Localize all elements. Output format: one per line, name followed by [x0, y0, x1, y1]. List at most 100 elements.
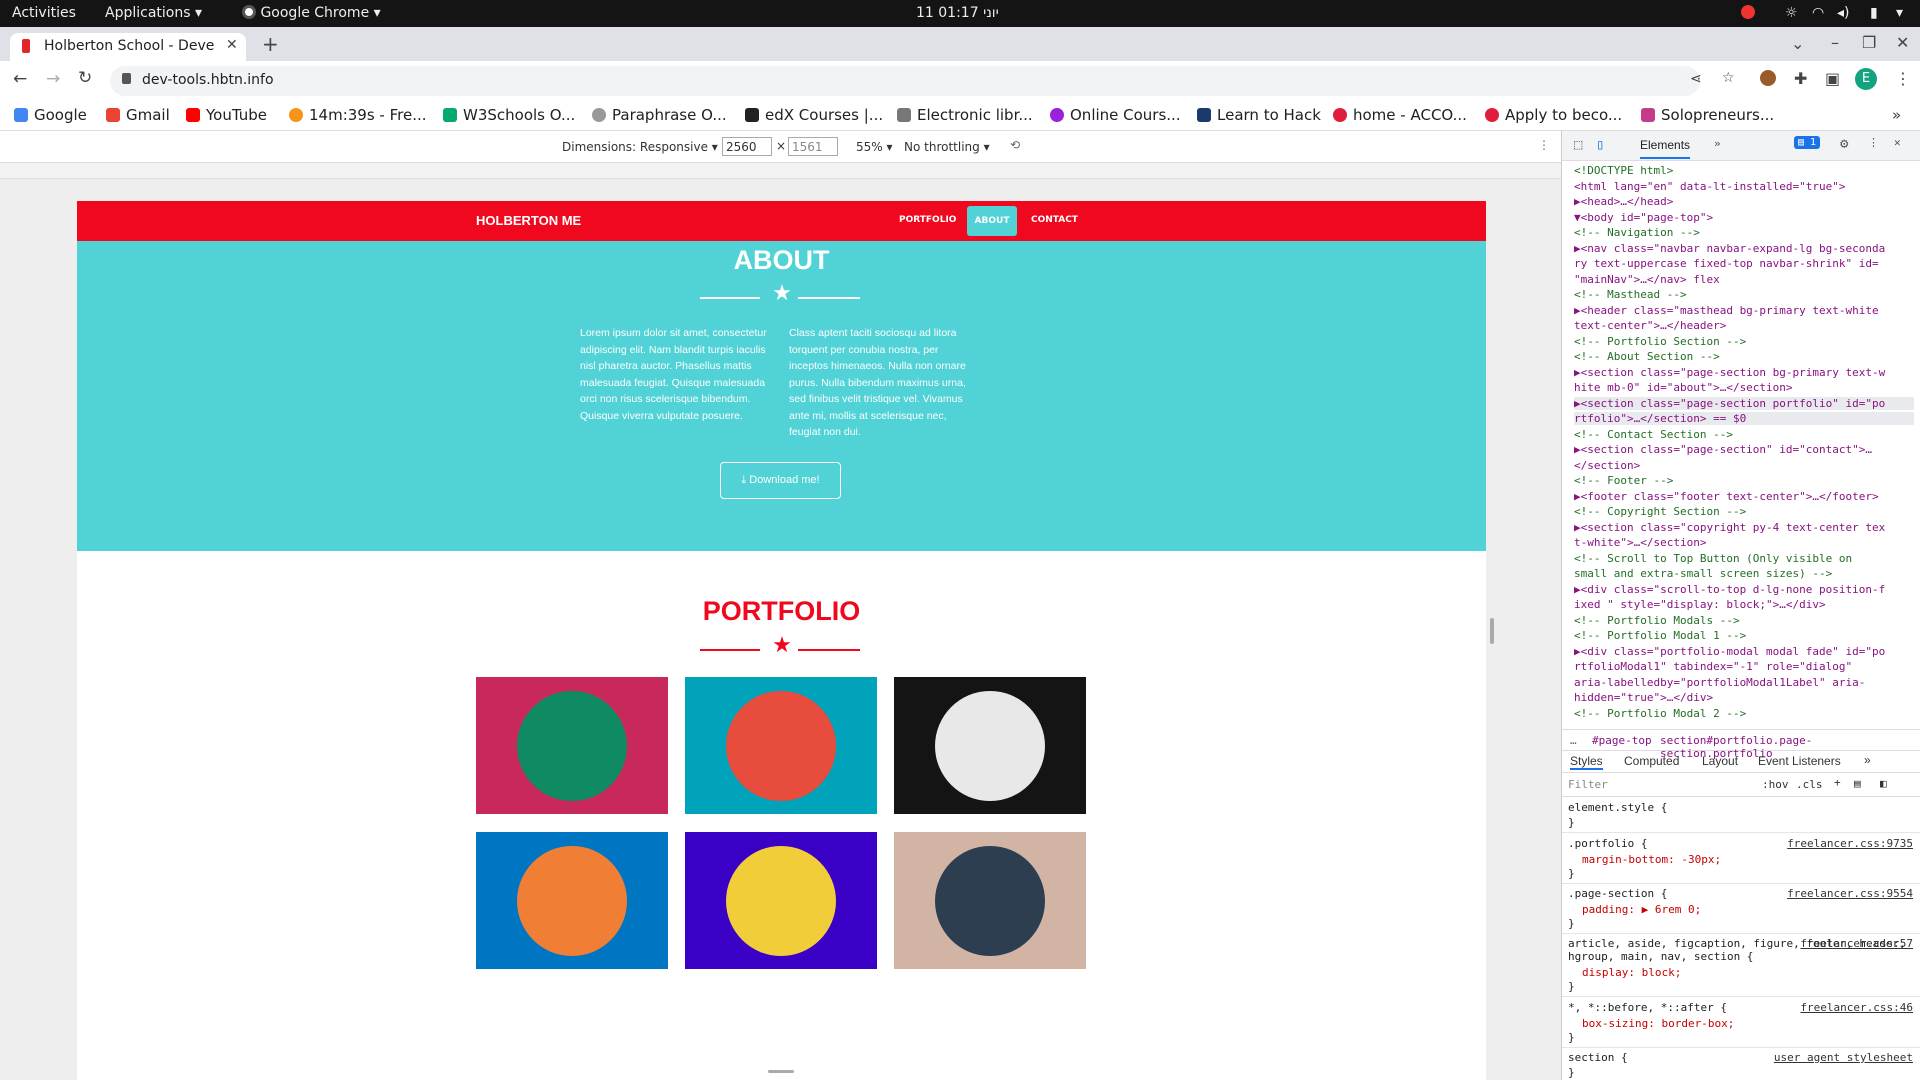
new-tab-icon[interactable]: + — [262, 32, 279, 56]
dom-node-line[interactable]: <!-- Portfolio Modal 1 --> — [1574, 629, 1746, 642]
dom-node-line[interactable]: ▶<head>…</head> — [1574, 195, 1673, 208]
bookmark-star-icon[interactable]: ☆ — [1722, 70, 1735, 86]
style-rule[interactable]: element.style {} — [1562, 799, 1920, 833]
dom-node-line[interactable]: small and extra-small screen sizes) --> — [1574, 567, 1832, 580]
rule-declaration[interactable]: box-sizing: border-box; — [1562, 1016, 1920, 1031]
style-rule[interactable]: .portfolio {freelancer.css:9735 margin-bo… — [1562, 835, 1920, 884]
more-style-tabs-icon[interactable]: » — [1864, 753, 1871, 767]
dom-node-line[interactable]: <!-- Portfolio Section --> — [1574, 335, 1746, 348]
issues-badge[interactable]: ▤ 1 — [1794, 136, 1821, 149]
close-devtools-icon[interactable]: ✕ — [1894, 136, 1901, 149]
dom-node-line[interactable]: "mainNav">…</nav> flex — [1574, 273, 1720, 286]
bookmark-learn-to-hack[interactable]: Learn to Hack — [1197, 106, 1321, 124]
bookmark-home-acco[interactable]: home - ACCO... — [1333, 106, 1467, 124]
portfolio-item-cake[interactable] — [685, 677, 877, 814]
media-query-ruler[interactable] — [0, 163, 1561, 179]
tab-computed[interactable]: Computed — [1624, 754, 1679, 768]
style-rule[interactable]: *, *::before, *::after {freelancer.css:4… — [1562, 999, 1920, 1048]
paint-icon[interactable]: ▤ — [1854, 777, 1861, 790]
clock[interactable]: 11 יוני 01:17 — [916, 5, 999, 21]
rule-source-link[interactable]: freelancer.css:9735 — [1787, 837, 1913, 850]
style-rule[interactable]: section {user agent stylesheet} — [1562, 1049, 1920, 1080]
nav-contact[interactable]: CONTACT — [1031, 215, 1078, 225]
bookmark-electronic-library[interactable]: Electronic libr... — [897, 106, 1033, 124]
dom-node-line[interactable]: ▶<footer class="footer text-center">…</f… — [1574, 490, 1879, 503]
back-icon[interactable]: ← — [13, 69, 27, 89]
side-panel-icon[interactable]: ▣ — [1825, 69, 1840, 88]
lock-icon[interactable] — [122, 73, 131, 84]
portfolio-item-game[interactable] — [476, 832, 668, 969]
dom-node-line[interactable]: text-center">…</header> — [1574, 319, 1726, 332]
dom-node-line[interactable]: ▶<section class="page-section" id="conta… — [1574, 443, 1872, 456]
rotate-icon[interactable]: ⟲ — [1010, 138, 1020, 152]
tab-elements[interactable]: Elements — [1640, 138, 1691, 159]
bookmark-solopreneurs[interactable]: Solopreneurs... — [1641, 106, 1774, 124]
rule-declaration[interactable]: margin-bottom: -30px; — [1562, 852, 1920, 867]
hov-toggle[interactable]: :hov — [1762, 778, 1789, 791]
height-input[interactable]: 1561 — [788, 137, 838, 156]
nav-portfolio[interactable]: PORTFOLIO — [899, 215, 956, 225]
style-rule[interactable]: .page-section {freelancer.css:9554 paddin… — [1562, 885, 1920, 934]
dom-node-line[interactable]: <!-- Masthead --> — [1574, 288, 1687, 301]
battery-icon[interactable]: ▮ — [1870, 5, 1878, 21]
tab-event-listeners[interactable]: Event Listeners — [1758, 754, 1841, 768]
address-bar[interactable]: dev-tools.hbtn.info ⋖ ☆ — [110, 66, 1735, 96]
dom-node-line[interactable]: <!-- Portfolio Modal 2 --> — [1574, 707, 1746, 720]
url-text[interactable]: dev-tools.hbtn.info — [142, 72, 274, 88]
bookmark-online-courses[interactable]: Online Cours... — [1050, 106, 1181, 124]
styles-filter-input[interactable]: Filter — [1568, 778, 1608, 791]
download-button[interactable]: ⤓ Download me! — [720, 462, 841, 499]
extensions-icon[interactable]: ✚ — [1794, 69, 1807, 88]
breadcrumb-page-top[interactable]: #page-top — [1592, 734, 1652, 747]
forward-icon[interactable]: → — [46, 69, 60, 89]
dimensions-select[interactable]: Dimensions: Responsive ▾ — [562, 140, 718, 154]
record-indicator-icon[interactable] — [1741, 5, 1755, 19]
activities-button[interactable]: Activities — [12, 5, 76, 21]
system-menu-icon[interactable]: ▾ — [1896, 5, 1903, 21]
more-bookmarks-icon[interactable]: » — [1892, 106, 1901, 124]
chrome-app-menu[interactable]: Google Chrome ▾ — [242, 5, 381, 21]
bookmark-youtube[interactable]: YouTube — [186, 106, 267, 124]
bookmark-freecodecamp[interactable]: 14m:39s - Fre... — [289, 106, 427, 124]
settings-gear-icon[interactable]: ⚙ — [1840, 136, 1848, 152]
nav-about[interactable]: ABOUT — [967, 206, 1017, 236]
restore-icon[interactable]: ❐ — [1862, 33, 1876, 52]
dom-node-line[interactable]: rtfolioModal1" tabindex="-1" role="dialo… — [1574, 660, 1852, 673]
viewport-resize-handle-bottom[interactable] — [768, 1070, 794, 1073]
dom-node-line[interactable]: ▶<section class="page-section bg-primary… — [1574, 366, 1885, 379]
close-tab-icon[interactable]: ✕ — [226, 37, 238, 53]
devtools-menu-icon[interactable]: ⋮ — [1868, 136, 1879, 149]
volume-icon[interactable]: ◂) — [1837, 5, 1850, 21]
bookmark-edx[interactable]: edX Courses |... — [745, 106, 883, 124]
style-rule[interactable]: article, aside, figcaption, figure, foot… — [1562, 935, 1920, 997]
reload-icon[interactable]: ↻ — [78, 68, 92, 88]
rule-declaration[interactable]: display: block; — [1562, 965, 1920, 980]
device-options-icon[interactable]: ⋮ — [1538, 138, 1550, 152]
rule-source-link[interactable]: freelancer.css:57 — [1800, 937, 1913, 950]
bookmark-paraphrase[interactable]: Paraphrase O... — [592, 106, 727, 124]
share-icon[interactable]: ⋖ — [1690, 71, 1702, 87]
dom-node-line[interactable]: <!-- Navigation --> — [1574, 226, 1700, 239]
dom-node-line[interactable]: ▶<header class="masthead bg-primary text… — [1574, 304, 1879, 317]
dom-node-line[interactable]: ry text-uppercase fixed-top navbar-shrin… — [1574, 257, 1879, 270]
tab-styles[interactable]: Styles — [1570, 754, 1603, 770]
dom-node-line[interactable]: hidden="true">…</div> — [1574, 691, 1713, 704]
dom-node-line[interactable]: ▼<body id="page-top"> — [1574, 211, 1713, 224]
chrome-menu-icon[interactable]: ⋮ — [1895, 69, 1911, 88]
rule-source-link[interactable]: user agent stylesheet — [1774, 1051, 1913, 1064]
dom-node-line[interactable]: <!DOCTYPE html> — [1574, 164, 1673, 177]
more-tabs-icon[interactable]: » — [1714, 137, 1721, 150]
rule-source-link[interactable]: freelancer.css:46 — [1800, 1001, 1913, 1014]
cls-toggle[interactable]: .cls — [1796, 778, 1823, 791]
rule-declaration[interactable]: padding: ▶ 6rem 0; — [1562, 902, 1920, 917]
portfolio-item-circus[interactable] — [894, 677, 1086, 814]
wifi-icon[interactable]: ◠ — [1812, 5, 1824, 21]
dom-node-line[interactable]: ixed " style="display: block;">…</div> — [1574, 598, 1826, 611]
site-brand[interactable]: HOLBERTON ME — [476, 213, 581, 228]
bookmark-apply[interactable]: Apply to beco... — [1485, 106, 1622, 124]
portfolio-item-safe[interactable] — [685, 832, 877, 969]
minimize-icon[interactable]: – — [1831, 33, 1839, 52]
portfolio-item-submarine[interactable] — [894, 832, 1086, 969]
tab-search-icon[interactable]: ⌄ — [1791, 34, 1804, 53]
dom-node-line[interactable]: <!-- Footer --> — [1574, 474, 1673, 487]
